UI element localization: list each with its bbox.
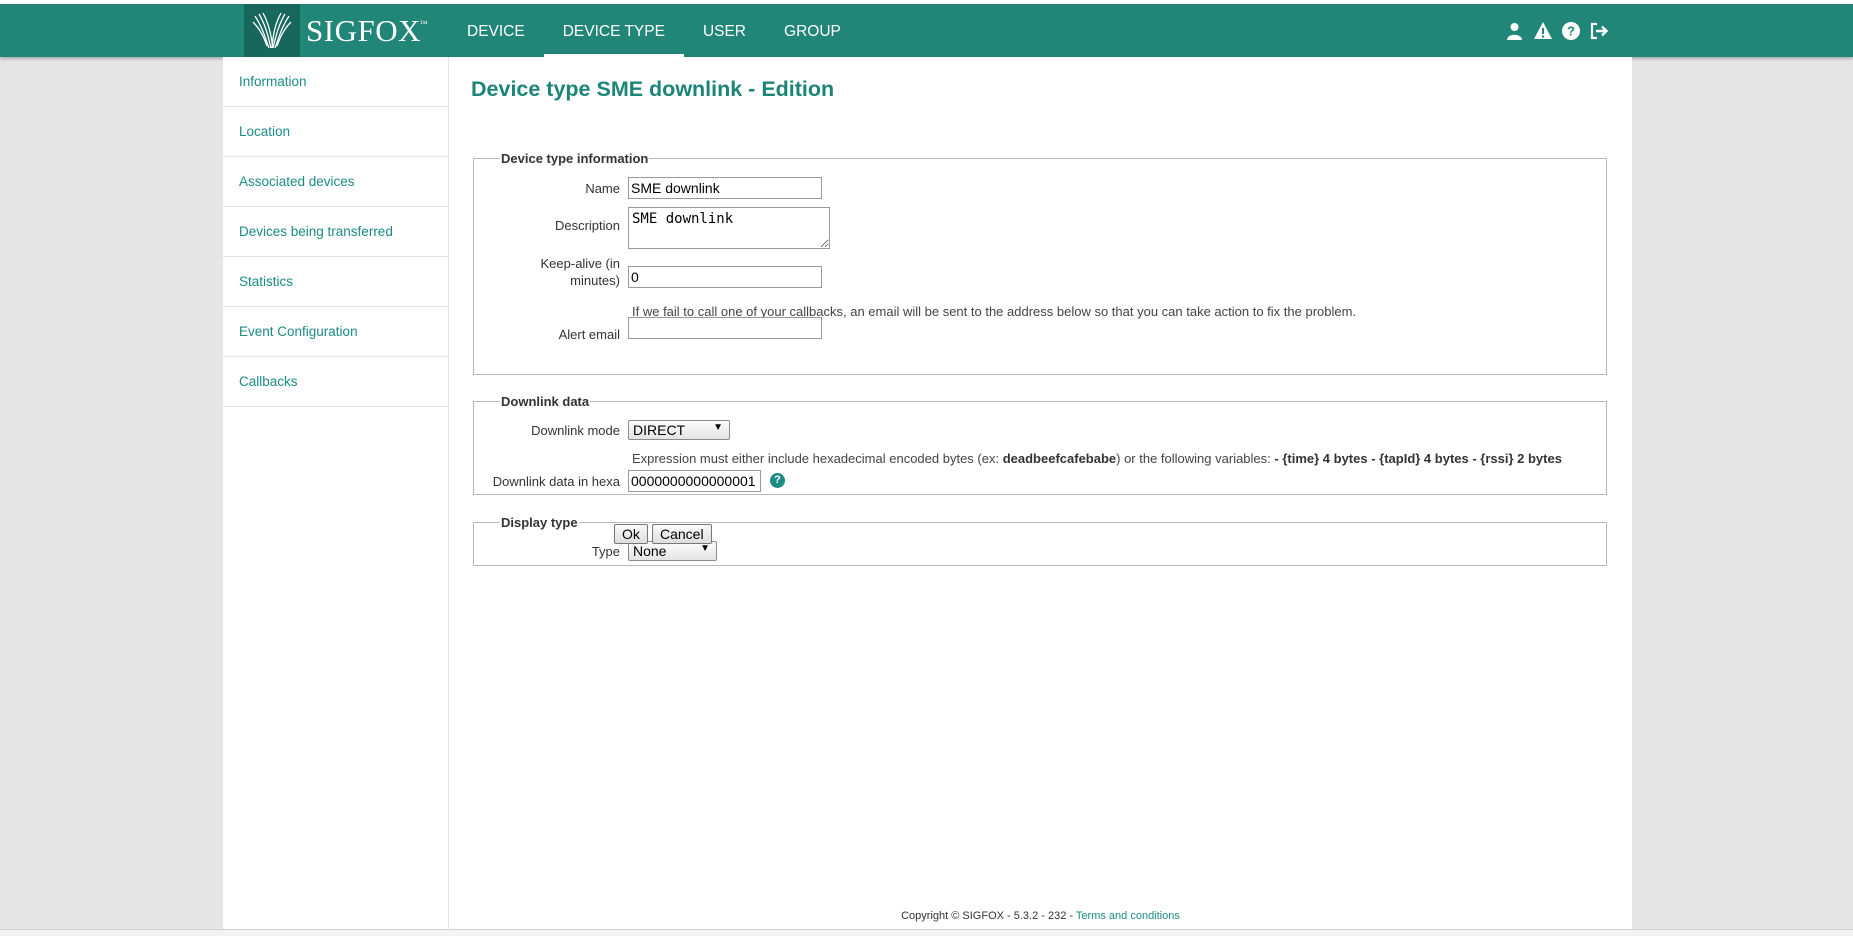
keepalive-input[interactable] — [628, 266, 822, 288]
downlink-data-input[interactable] — [628, 470, 761, 492]
svg-text:?: ? — [1567, 24, 1575, 39]
name-label: Name — [585, 181, 620, 196]
chevron-down-icon: ▼ — [700, 543, 710, 554]
downlink-mode-value: DIRECT — [633, 422, 686, 438]
description-label: Description — [554, 218, 620, 233]
sidebar-item-information[interactable]: Information — [223, 57, 448, 107]
keepalive-label-line2: minutes) — [570, 273, 620, 288]
downlink-mode-select[interactable]: DIRECT ▼ — [628, 420, 730, 440]
sidebar-item-location[interactable]: Location — [223, 107, 448, 157]
device-type-info-legend: Device type information — [501, 151, 649, 166]
nav-device-type[interactable]: DEVICE TYPE — [543, 4, 684, 57]
page-title: Device type SME downlink - Edition — [471, 77, 835, 101]
alert-email-input[interactable] — [628, 317, 822, 339]
alert-email-label: Alert email — [558, 327, 620, 342]
device-type-info-section: Device type information Name Description… — [473, 151, 1607, 375]
help-icon[interactable]: ? — [1561, 21, 1580, 41]
downlink-hint-example: deadbeefcafebabe — [1002, 451, 1117, 466]
downlink-data-section: Downlink data Downlink mode DIRECT ▼ Exp… — [473, 394, 1607, 495]
downlink-hint: Expression must either include hexadecim… — [632, 451, 1562, 466]
sidebar-item-event-configuration[interactable]: Event Configuration — [223, 307, 448, 357]
display-type-legend: Display type — [501, 515, 578, 530]
downlink-data-legend: Downlink data — [501, 394, 590, 409]
ok-button[interactable]: Ok — [614, 524, 648, 544]
main-content: Device type SME downlink - Edition Devic… — [449, 57, 1632, 929]
main-nav: DEVICE DEVICE TYPE USER GROUP — [448, 4, 860, 57]
downlink-hint-prefix: Expression must either include hexadecim… — [632, 451, 1003, 466]
user-icon[interactable] — [1505, 21, 1524, 41]
help-icon[interactable]: ? — [770, 473, 785, 488]
chevron-down-icon: ▼ — [713, 422, 723, 433]
nav-group[interactable]: GROUP — [765, 4, 860, 57]
sidebar-item-callbacks[interactable]: Callbacks — [223, 357, 448, 407]
brand-name: SIGFOX ™ — [306, 12, 428, 48]
sigfox-logo[interactable]: SIGFOX ™ — [244, 4, 428, 57]
top-navbar: SIGFOX ™ DEVICE DEVICE TYPE USER GROUP ? — [0, 4, 1853, 57]
display-type-value: None — [633, 543, 667, 559]
sidebar-item-statistics[interactable]: Statistics — [223, 257, 448, 307]
downlink-hint-middle: ) or the following variables: — [1116, 451, 1275, 466]
name-input[interactable] — [628, 177, 822, 199]
nav-user[interactable]: USER — [684, 4, 765, 57]
header-actions: ? — [1505, 21, 1609, 41]
keepalive-label-line1: Keep-alive (in — [540, 256, 621, 271]
sidebar: Information Location Associated devices … — [223, 57, 449, 929]
warning-icon[interactable] — [1533, 21, 1552, 41]
downlink-data-label: Downlink data in hexa — [492, 474, 620, 489]
downlink-mode-label: Downlink mode — [531, 423, 620, 438]
downlink-hint-variables: - {time} 4 bytes - {tapId} 4 bytes - {rs… — [1274, 451, 1562, 466]
sigfox-logo-icon — [244, 4, 300, 57]
keepalive-label: Keep-alive (in minutes) — [474, 255, 621, 289]
copyright-text: Copyright © SIGFOX - 5.3.2 - 232 - — [901, 910, 1076, 922]
logout-icon[interactable] — [1589, 21, 1609, 41]
footer: Copyright © SIGFOX - 5.3.2 - 232 - Terms… — [449, 910, 1632, 922]
cancel-button[interactable]: Cancel — [652, 524, 712, 544]
sidebar-item-associated-devices[interactable]: Associated devices — [223, 157, 448, 207]
description-textarea[interactable]: SME downlink — [628, 207, 830, 249]
nav-device[interactable]: DEVICE — [448, 4, 544, 57]
display-type-select[interactable]: None ▼ — [628, 541, 717, 561]
terms-link[interactable]: Terms and conditions — [1076, 910, 1180, 922]
type-label: Type — [591, 544, 620, 559]
sidebar-item-devices-being-transferred[interactable]: Devices being transferred — [223, 207, 448, 257]
